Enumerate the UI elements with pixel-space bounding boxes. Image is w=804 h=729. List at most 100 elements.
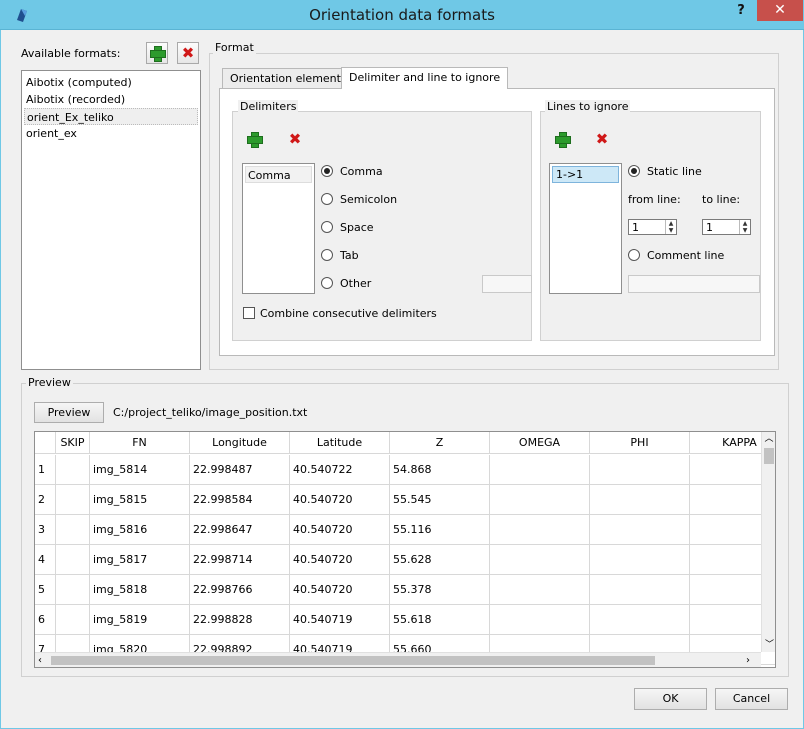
column-header[interactable]: SKIP (56, 432, 90, 454)
table-cell[interactable] (490, 485, 590, 515)
scroll-up-icon[interactable]: ︿ (762, 432, 775, 446)
table-cell[interactable] (590, 575, 690, 605)
table-cell[interactable]: img_5818 (90, 575, 190, 605)
scroll-right-icon[interactable]: › (746, 653, 760, 667)
table-cell[interactable] (56, 575, 90, 605)
table-cell[interactable]: img_5815 (90, 485, 190, 515)
other-delimiter-input[interactable] (482, 275, 532, 293)
delimiter-option-space[interactable]: Space (321, 219, 481, 235)
vertical-scrollbar[interactable]: ︿ ﹀ (761, 432, 775, 652)
to-line-spinbox[interactable]: 1 ▲ ▼ (702, 219, 751, 235)
delimiter-radio[interactable] (321, 193, 333, 205)
formats-list[interactable]: Aibotix (computed) Aibotix (recorded) orie… (21, 70, 201, 370)
table-cell[interactable] (590, 485, 690, 515)
table-cell[interactable] (490, 605, 590, 635)
comment-line-radio[interactable] (628, 249, 640, 261)
table-cell[interactable]: 55.545 (390, 485, 490, 515)
static-line-radio[interactable] (628, 165, 640, 177)
preview-table[interactable]: SKIP FN Longitude Latitude Z OMEGA PHI KAPPA 1i… (34, 431, 776, 668)
help-button[interactable]: ? (726, 0, 756, 22)
column-header[interactable]: OMEGA (490, 432, 590, 454)
table-cell[interactable] (490, 455, 590, 485)
tab-orientation-elements[interactable]: Orientation elements (222, 68, 355, 89)
comment-line-input[interactable] (628, 275, 760, 293)
table-cell[interactable]: 40.540720 (290, 515, 390, 545)
table-cell[interactable]: 55.378 (390, 575, 490, 605)
delimiter-option-semicolon[interactable]: Semicolon (321, 191, 481, 207)
delimiter-radio[interactable] (321, 165, 333, 177)
column-header[interactable]: Z (390, 432, 490, 454)
table-cell[interactable] (590, 605, 690, 635)
table-cell[interactable]: img_5816 (90, 515, 190, 545)
table-cell[interactable] (590, 515, 690, 545)
table-cell[interactable] (56, 605, 90, 635)
comment-line-option[interactable]: Comment line (628, 247, 724, 263)
column-header[interactable]: PHI (590, 432, 690, 454)
delimiter-radio[interactable] (321, 221, 333, 233)
combine-delimiters-row[interactable]: Combine consecutive delimiters (243, 305, 437, 321)
table-cell[interactable]: 40.540719 (290, 605, 390, 635)
delimiter-radio[interactable] (321, 249, 333, 261)
table-cell[interactable]: 54.868 (390, 455, 490, 485)
remove-format-button[interactable]: ✖ (177, 42, 199, 64)
delimiter-option-comma[interactable]: Comma (321, 163, 481, 179)
preview-button[interactable]: Preview (34, 402, 104, 423)
table-cell[interactable]: 40.540720 (290, 575, 390, 605)
table-cell[interactable]: 55.628 (390, 545, 490, 575)
ok-button[interactable]: OK (634, 688, 707, 710)
remove-delimiter-button[interactable]: ✖ (284, 128, 306, 150)
table-cell[interactable] (490, 575, 590, 605)
delimiter-list-item[interactable]: Comma (245, 166, 312, 183)
from-line-spinbox[interactable]: 1 ▲ ▼ (628, 219, 677, 235)
tab-delimiter-lines[interactable]: Delimiter and line to ignore (341, 67, 509, 89)
add-ignore-line-button[interactable] (551, 128, 573, 150)
column-header[interactable]: Latitude (290, 432, 390, 454)
spin-arrows-icon[interactable]: ▲ ▼ (665, 220, 676, 234)
spin-arrows-icon[interactable]: ▲ ▼ (739, 220, 750, 234)
table-cell[interactable] (490, 545, 590, 575)
table-cell[interactable]: 22.998766 (190, 575, 290, 605)
column-header[interactable]: Longitude (190, 432, 290, 454)
scroll-left-icon[interactable]: ‹ (38, 653, 52, 667)
table-cell[interactable] (56, 515, 90, 545)
delimiter-option-tab[interactable]: Tab (321, 247, 481, 263)
table-cell[interactable]: 40.540720 (290, 485, 390, 515)
table-cell[interactable] (490, 515, 590, 545)
remove-ignore-line-button[interactable]: ✖ (591, 128, 613, 150)
horizontal-scroll-thumb[interactable] (51, 656, 655, 665)
format-list-item[interactable]: Aibotix (computed) (24, 74, 198, 91)
scroll-down-icon[interactable]: ﹀ (762, 638, 775, 652)
ignore-line-list-item[interactable]: 1->1 (552, 166, 619, 183)
table-cell[interactable]: 55.116 (390, 515, 490, 545)
format-list-item[interactable]: Aibotix (recorded) (24, 91, 198, 108)
vertical-scroll-thumb[interactable] (764, 448, 774, 464)
table-cell[interactable] (56, 455, 90, 485)
delimiter-radio[interactable] (321, 277, 333, 289)
table-cell[interactable] (56, 545, 90, 575)
combine-delimiters-checkbox[interactable] (243, 307, 255, 319)
static-line-option[interactable]: Static line (628, 163, 702, 179)
table-cell[interactable]: 22.998584 (190, 485, 290, 515)
close-button[interactable]: ✕ (757, 0, 803, 21)
table-cell[interactable]: 22.998647 (190, 515, 290, 545)
table-cell[interactable]: 22.998487 (190, 455, 290, 485)
table-cell[interactable]: 22.998714 (190, 545, 290, 575)
table-cell[interactable] (590, 455, 690, 485)
format-list-item[interactable]: orient_ex (24, 125, 198, 142)
table-cell[interactable] (56, 485, 90, 515)
table-cell[interactable]: 40.540720 (290, 545, 390, 575)
horizontal-scrollbar[interactable]: ‹ › (35, 652, 761, 667)
table-cell[interactable]: img_5817 (90, 545, 190, 575)
format-list-item[interactable]: orient_Ex_teliko (24, 108, 198, 125)
add-format-button[interactable] (146, 42, 168, 64)
cancel-button[interactable]: Cancel (715, 688, 788, 710)
ignore-lines-list[interactable]: 1->1 (549, 163, 622, 294)
table-cell[interactable] (590, 545, 690, 575)
delimiters-list[interactable]: Comma (242, 163, 315, 294)
column-header[interactable]: FN (90, 432, 190, 454)
table-cell[interactable]: 22.998828 (190, 605, 290, 635)
table-cell[interactable]: img_5814 (90, 455, 190, 485)
table-cell[interactable]: 40.540722 (290, 455, 390, 485)
table-cell[interactable]: 55.618 (390, 605, 490, 635)
add-delimiter-button[interactable] (243, 128, 265, 150)
